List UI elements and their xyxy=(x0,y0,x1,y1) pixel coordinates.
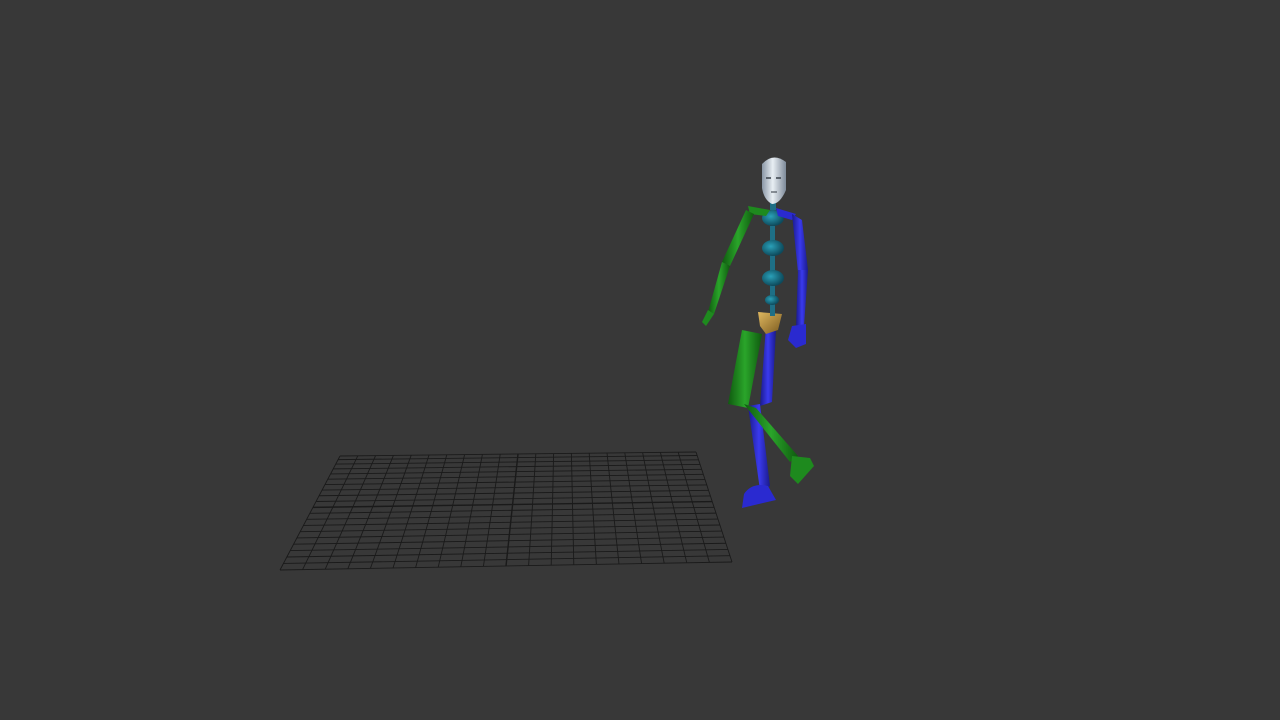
biped-spine[interactable] xyxy=(762,210,784,316)
biped-character[interactable] xyxy=(702,157,814,508)
biped-head[interactable] xyxy=(762,157,786,204)
grid-line xyxy=(695,451,733,563)
3d-viewport[interactable] xyxy=(0,0,1280,720)
ground-grid xyxy=(279,451,733,571)
biped-left-arm[interactable] xyxy=(702,206,770,326)
viewport-scene[interactable] xyxy=(0,0,1280,720)
